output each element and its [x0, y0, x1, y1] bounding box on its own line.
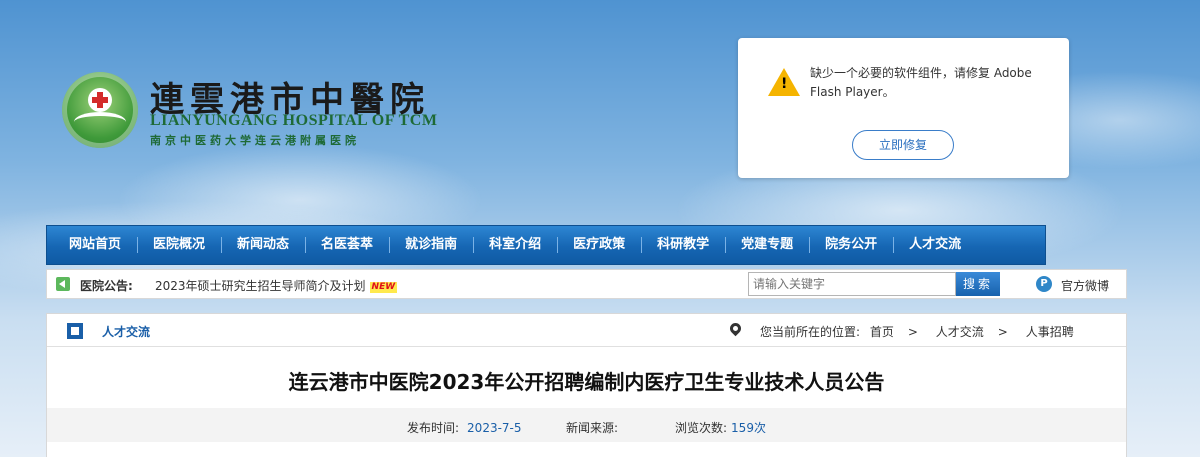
publish-date-value: 2023-7-5 — [467, 421, 522, 435]
speaker-icon — [56, 277, 70, 291]
article-meta: 发布时间: 2023-7-5 新闻来源: 浏览次数: 159次 — [47, 408, 1126, 442]
news-source: 新闻来源: — [566, 421, 619, 435]
hospital-name-english: LIANYUNGANG HOSPITAL OF TCM — [150, 112, 438, 129]
breadcrumb-recruitment[interactable]: 人事招聘 — [1026, 325, 1074, 339]
breadcrumb-bar: 人才交流 您当前所在的位置: 首页 > 人才交流 > 人事招聘 — [47, 314, 1126, 347]
nav-item-departments[interactable]: 科室介绍 — [473, 225, 557, 265]
hospital-affiliation: 南京中医药大学连云港附属医院 — [150, 134, 360, 147]
weibo-link[interactable]: 官方微博 — [1061, 277, 1109, 294]
nav-item-overview[interactable]: 医院概况 — [137, 225, 221, 265]
nav-item-news[interactable]: 新闻动态 — [221, 225, 305, 265]
nav-item-talent[interactable]: 人才交流 — [893, 225, 977, 265]
nav-item-research[interactable]: 科研教学 — [641, 225, 725, 265]
publish-date: 发布时间: 2023-7-5 — [407, 421, 522, 435]
content-panel: 人才交流 您当前所在的位置: 首页 > 人才交流 > 人事招聘 连云港市中医院202… — [46, 313, 1127, 457]
view-count-value: 159次 — [731, 421, 766, 435]
breadcrumb-home[interactable]: 首页 — [870, 325, 894, 339]
nav-item-policy[interactable]: 医疗政策 — [557, 225, 641, 265]
section-title[interactable]: 人才交流 — [102, 323, 150, 340]
flash-player-prompt: ! 缺少一个必要的软件组件，请修复 Adobe Flash Player。 立即… — [738, 38, 1069, 178]
section-icon — [67, 323, 83, 339]
weibo-icon[interactable]: P — [1036, 276, 1052, 292]
nav-item-affairs[interactable]: 院务公开 — [809, 225, 893, 265]
nav-item-home[interactable]: 网站首页 — [53, 225, 137, 265]
nav-item-guide[interactable]: 就诊指南 — [389, 225, 473, 265]
view-count: 浏览次数: 159次 — [675, 421, 766, 435]
breadcrumb: 您当前所在的位置: 首页 > 人才交流 > 人事招聘 — [760, 325, 1074, 339]
location-pin-icon — [727, 320, 744, 337]
notice-label: 医院公告: — [80, 279, 133, 293]
search-button[interactable]: 搜索 — [956, 272, 1000, 296]
main-nav: 网站首页 医院概况 新闻动态 名医荟萃 就诊指南 科室介绍 医疗政策 科研教学 … — [46, 225, 1046, 265]
search-input[interactable] — [748, 272, 956, 296]
fix-now-button[interactable]: 立即修复 — [852, 130, 954, 160]
new-badge: NEW — [369, 282, 398, 293]
breadcrumb-talent[interactable]: 人才交流 — [936, 325, 984, 339]
notice-link-text[interactable]: 2023年硕士研究生招生导师简介及计划 — [155, 279, 366, 293]
nav-item-party[interactable]: 党建专题 — [725, 225, 809, 265]
hospital-emblem-icon — [62, 72, 138, 148]
article-title: 连云港市中医院2023年公开招聘编制内医疗卫生专业技术人员公告 — [288, 370, 885, 394]
flash-message: 缺少一个必要的软件组件，请修复 Adobe Flash Player。 — [810, 66, 1032, 99]
location-label: 您当前所在的位置: — [760, 325, 861, 339]
hospital-logo[interactable]: 連雲港市中醫院 LIANYUNGANG HOSPITAL OF TCM 南京中医… — [62, 72, 462, 152]
notice-bar: 医院公告: 2023年硕士研究生招生导师简介及计划NEW 搜索 P 官方微博 — [46, 269, 1127, 299]
red-cross-icon — [88, 88, 112, 112]
nav-item-doctors[interactable]: 名医荟萃 — [305, 225, 389, 265]
warning-icon: ! — [768, 68, 800, 96]
notice-link[interactable]: 2023年硕士研究生招生导师简介及计划 NEW — [155, 277, 398, 294]
